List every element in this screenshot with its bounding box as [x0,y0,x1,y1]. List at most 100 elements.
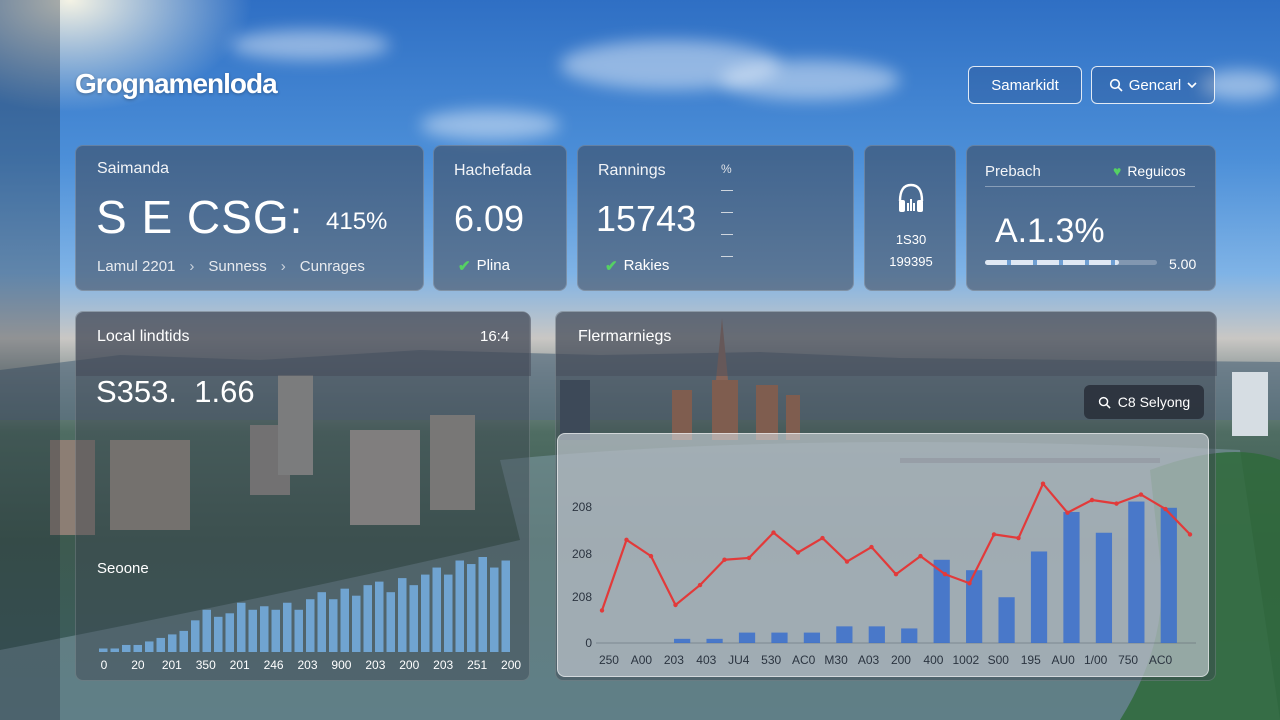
heart-icon: ♥ [1113,163,1122,179]
line-point [746,555,752,561]
hachefada-status: ✔ Plina [458,257,510,275]
hachefada-card[interactable]: Hachefada 6.09 ✔ Plina [433,145,567,291]
x-tick-label: 200 [501,658,521,672]
summary-percent: 415% [326,208,388,235]
line-point [1114,501,1119,506]
line-point [967,581,972,586]
rannings-card[interactable]: Rannings % 15743 ✔ Rakies [577,145,854,291]
x-tick-label: 403 [696,653,716,667]
check-icon: ✔ [458,258,471,275]
x-tick-label: 195 [1021,653,1041,667]
breadcrumb-item[interactable]: Cunrages [300,258,365,275]
bar [1128,501,1145,643]
bar [225,613,234,652]
rannings-status-label: Rakies [623,257,670,274]
x-tick-label: 201 [162,658,182,672]
x-tick-label: 20 [131,658,145,672]
x-tick-label: 203 [433,658,453,672]
search-dropdown-button[interactable]: Gencarl [1091,66,1215,104]
samarkidt-button[interactable]: Samarkidt [968,66,1082,104]
breadcrumb-item[interactable]: Lamul 2201 [97,258,175,275]
prebach-card[interactable]: Prebach ♥ Reguicos A.1.3% 5.00 [966,145,1216,291]
breadcrumb-item[interactable]: Sunness [208,258,266,275]
x-tick-label: S00 [988,653,1010,667]
bar [156,637,165,652]
hachefada-title: Hachefada [454,162,532,179]
bar [1095,532,1113,643]
x-tick-label: AU0 [1052,653,1076,667]
line-point [771,530,776,535]
x-tick-label: A00 [631,653,653,667]
breadcrumb: Lamul 2201 › Sunness › Cunrages [97,258,365,275]
device-card[interactable]: 1S30 199395 [864,145,956,291]
prebach-badge: ♥ Reguicos [1113,163,1186,179]
rannings-status: ✔ Rakies [605,257,669,275]
bar [133,644,142,652]
bar [421,574,430,652]
check-icon: ✔ [605,258,618,275]
bar [467,564,476,652]
summary-headline: S E CSG: [96,191,304,243]
bar [674,638,691,643]
line-point [893,572,899,577]
prebach-progress-track [985,260,1157,265]
device-line-1: 1S30 [895,232,927,247]
bar [340,588,349,652]
bar [1030,551,1048,643]
bar [490,567,499,652]
bar [168,634,177,652]
x-tick-label: 250 [599,653,619,667]
y-tick-label: 208 [572,590,592,604]
prebach-value: A.1.3% [995,212,1105,250]
line-point [820,535,825,541]
bar [202,609,211,652]
bar [283,602,292,652]
line-point [844,559,850,564]
line-point [1089,497,1095,503]
bar [306,599,315,652]
line-point [673,602,678,608]
line-point [697,582,703,588]
x-tick-label: 251 [467,658,487,672]
x-tick-label: 246 [264,658,284,672]
bar [409,585,418,652]
prebach-title: Prebach [985,163,1041,180]
prebach-progress-fill [985,260,1120,265]
flermarniegs-panel[interactable]: Flermarniegs C8 Selyong 0 208 208 208 250 A00… [555,311,1217,681]
prebach-progress-label: 5.00 [1169,256,1197,272]
x-tick-label: JU4 [728,653,750,667]
x-tick-label: 201 [230,658,250,672]
bar [868,626,885,643]
line-point [1138,492,1144,497]
rannings-title: Rannings [598,162,666,179]
x-tick-label: AC0 [1149,653,1173,667]
bar [1160,507,1177,643]
line-point [869,544,874,550]
line-point [942,572,948,577]
bar [836,626,853,643]
line-point [918,553,923,559]
bar [706,638,723,643]
summary-card[interactable]: Saimanda S E CSG: 415% Lamul 2201 › Sunn… [75,145,424,291]
local-panel[interactable]: Local lindtids 16:4 S353. 1.66 Seoone 02… [75,311,531,681]
search-dropdown-label: Gencarl [1128,76,1182,94]
x-tick-label: 203 [365,658,385,672]
bar [901,628,918,643]
bar [966,570,983,643]
bar [803,632,821,643]
bar [771,632,788,643]
y-tick-label: 208 [572,500,592,514]
bar [122,644,131,652]
x-tick-label: 750 [1118,653,1138,667]
bar [352,595,361,652]
bar [375,581,384,652]
bar [110,648,119,652]
rannings-corner-mark: % [721,162,732,176]
x-tick-label: AC0 [792,653,816,667]
chevron-right-icon: › [189,258,195,275]
bar [478,557,487,652]
bar [363,585,372,652]
local-bar-chart: 0 20 201 350 201 246 203 900 203 200 203 251 200 [99,557,521,672]
x-tick-label: 0 [101,658,108,672]
line-point [1163,506,1168,512]
